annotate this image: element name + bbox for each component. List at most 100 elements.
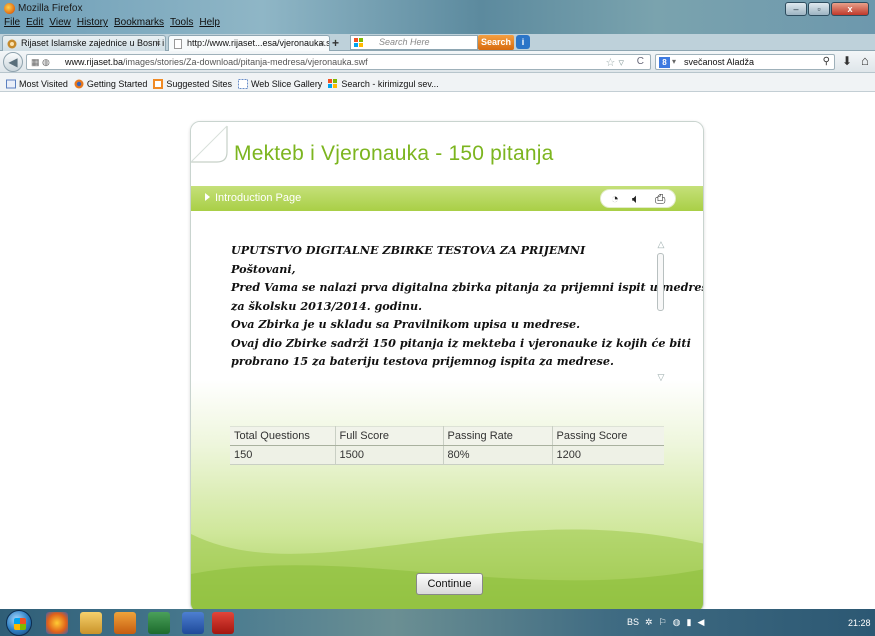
firefox-taskbar-icon[interactable] — [46, 612, 68, 634]
bookmark-search-kirimizgul[interactable]: Search - kirimizgul sev... — [328, 76, 439, 91]
instructions-text: UPUTSTVO DIGITALNE ZBIRKE TESTOVA ZA PRI… — [231, 241, 704, 371]
value-passing-rate: 80% — [442, 445, 552, 465]
menu-file[interactable]: File — [4, 17, 20, 28]
quiz-title: Mekteb i Vjeronauka - 150 pitanja — [234, 142, 554, 165]
tab-label: Rijaset Islamske zajednice u Bosni i H..… — [21, 38, 166, 48]
bookmark-label: Web Slice Gallery — [250, 78, 323, 89]
bookmark-label: Getting Started — [86, 78, 148, 89]
tab-vjeronauka-swf[interactable]: http://www.rijaset...esa/vjeronauka.swf … — [168, 35, 330, 51]
maximize-button[interactable]: ▫ — [808, 2, 830, 16]
bookmark-suggested-sites[interactable]: Suggested Sites — [153, 76, 232, 91]
word-taskbar-icon[interactable] — [182, 612, 204, 634]
close-window-button[interactable]: x — [831, 2, 869, 16]
home-icon[interactable]: ⌂ — [861, 53, 869, 68]
bookmark-most-visited[interactable]: Most Visited — [6, 76, 68, 91]
excel-taskbar-icon[interactable] — [148, 612, 170, 634]
page-fold-icon — [191, 125, 231, 186]
volume-icon[interactable]: ◀︎ — [697, 617, 704, 628]
firefox-icon — [4, 3, 15, 14]
instructions-line: Ova Zbirka je u skladu sa Pravilnikom up… — [231, 317, 581, 331]
menu-edit[interactable]: Edit — [26, 17, 43, 28]
header-total-questions: Total Questions — [230, 426, 335, 446]
blank-page-icon — [174, 39, 182, 49]
breadcrumb: Introduction Page — [215, 192, 302, 204]
page-content: Mekteb i Vjeronauka - 150 pitanja Introd… — [0, 93, 875, 613]
scrollbar-thumb[interactable] — [657, 253, 664, 311]
tab-rijaset[interactable]: Rijaset Islamske zajednice u Bosni i H..… — [2, 35, 166, 51]
quiz-body: UPUTSTVO DIGITALNE ZBIRKE TESTOVA ZA PRI… — [191, 211, 704, 612]
instructions-line: Pred Vama se nalazi prva digitalna zbirk… — [231, 280, 704, 294]
quiz-header: Mekteb i Vjeronauka - 150 pitanja — [191, 122, 703, 186]
bookmark-label: Suggested Sites — [166, 78, 232, 89]
toolbar-search-input[interactable]: Search Here — [350, 35, 478, 50]
scroll-down-icon[interactable]: ▽ — [655, 372, 667, 383]
url-bar[interactable]: ▦ ◍ www.rijaset.ba/images/stories/Za-dow… — [26, 54, 651, 70]
tab-close-icon[interactable]: × — [320, 38, 325, 48]
suggested-sites-icon — [153, 78, 164, 89]
value-full-score: 1500 — [334, 445, 443, 465]
menu-tools[interactable]: Tools — [170, 17, 193, 28]
continue-button[interactable]: Continue — [416, 573, 483, 595]
explorer-taskbar-icon[interactable] — [80, 612, 102, 634]
sound-icon[interactable]: 🔈︎ — [632, 191, 640, 207]
taskbar: BS ✲ ⚐ ◍ ▮ ◀︎ 21:28 — [0, 609, 875, 636]
search-engine-icon — [328, 78, 338, 88]
clock: 21:28 — [848, 618, 871, 628]
value-total-questions: 150 — [230, 445, 335, 465]
new-tab-button[interactable]: + — [332, 36, 339, 50]
download-icon[interactable]: ⬇ — [842, 54, 852, 68]
minimize-button[interactable]: – — [785, 2, 807, 16]
nav-search-value: svečanost Aladža — [684, 57, 755, 67]
navigation-bar: ◀ ▦ ◍ www.rijaset.ba/images/stories/Za-d… — [0, 51, 875, 73]
tab-label: http://www.rijaset...esa/vjeronauka.swf — [187, 38, 330, 48]
menu-view[interactable]: View — [49, 17, 71, 28]
tray-icon[interactable]: ◍ — [673, 617, 681, 628]
chevron-down-icon[interactable]: ▾ — [672, 57, 676, 66]
menu-help[interactable]: Help — [199, 17, 220, 28]
window-controls: – ▫ x — [785, 2, 869, 16]
search-icon[interactable]: ⚲ — [823, 56, 830, 67]
help-icon[interactable]: ◔ — [611, 191, 619, 206]
instructions-scrollbar[interactable]: △ ▽ — [655, 239, 667, 383]
bookmark-label: Search - kirimizgul sev... — [341, 78, 439, 89]
firefox-icon — [74, 79, 84, 88]
most-visited-icon — [6, 79, 16, 88]
bookmark-web-slice-gallery[interactable]: Web Slice Gallery — [237, 76, 323, 91]
info-icon[interactable]: i — [516, 35, 530, 49]
app-taskbar-icon[interactable] — [114, 612, 136, 634]
tray-icon[interactable]: ✲ — [645, 617, 653, 628]
reload-icon[interactable]: C — [637, 56, 644, 67]
scroll-up-icon[interactable]: △ — [655, 239, 667, 250]
web-slice-icon — [237, 78, 248, 89]
nav-search-input[interactable]: 8 ▾ svečanost Aladža ⚲ — [655, 54, 835, 70]
menu-history[interactable]: History — [77, 17, 108, 28]
instructions-line: probrano 15 za bateriju testova prijemno… — [231, 354, 614, 368]
print-icon[interactable]: ⎙ — [655, 191, 665, 207]
network-icon[interactable]: ▮ — [687, 617, 692, 628]
bookmark-label: Most Visited — [19, 78, 68, 89]
menu-bar: File Edit View History Bookmarks Tools H… — [4, 17, 220, 28]
pdf-taskbar-icon[interactable] — [212, 612, 234, 634]
site-identity-icon[interactable]: ▦ ◍ — [31, 57, 50, 68]
quiz-stats-table: Total Questions Full Score Passing Rate … — [230, 426, 664, 465]
quiz-card: Mekteb i Vjeronauka - 150 pitanja Introd… — [190, 121, 704, 613]
quiz-navbar: Introduction Page ◔ 🔈︎ ⎙ — [191, 186, 703, 211]
search-engine-icon — [354, 38, 363, 47]
tab-close-icon[interactable]: × — [156, 38, 161, 48]
language-indicator[interactable]: BS — [627, 617, 639, 628]
value-passing-score: 1200 — [551, 445, 664, 465]
bookmark-star-icon[interactable]: ☆ ▿ — [606, 56, 624, 69]
back-arrow-icon[interactable]: ◀ — [3, 52, 23, 72]
menu-bookmarks[interactable]: Bookmarks — [114, 17, 164, 28]
url-path: /images/stories/Za-download/pitanja-medr… — [123, 57, 368, 67]
toolbar-search-button[interactable]: Search — [478, 35, 514, 50]
start-button[interactable] — [6, 610, 32, 636]
site-favicon-icon — [7, 39, 17, 49]
window-title: Mozilla Firefox — [18, 3, 83, 14]
header-full-score: Full Score — [334, 426, 443, 446]
tray-icon[interactable]: ⚐ — [659, 617, 667, 628]
search-engine-icon[interactable]: 8 — [659, 57, 670, 68]
table-header-row: Total Questions Full Score Passing Rate … — [230, 426, 664, 446]
bookmark-getting-started[interactable]: Getting Started — [74, 76, 148, 91]
system-tray: BS ✲ ⚐ ◍ ▮ ◀︎ — [627, 617, 704, 628]
